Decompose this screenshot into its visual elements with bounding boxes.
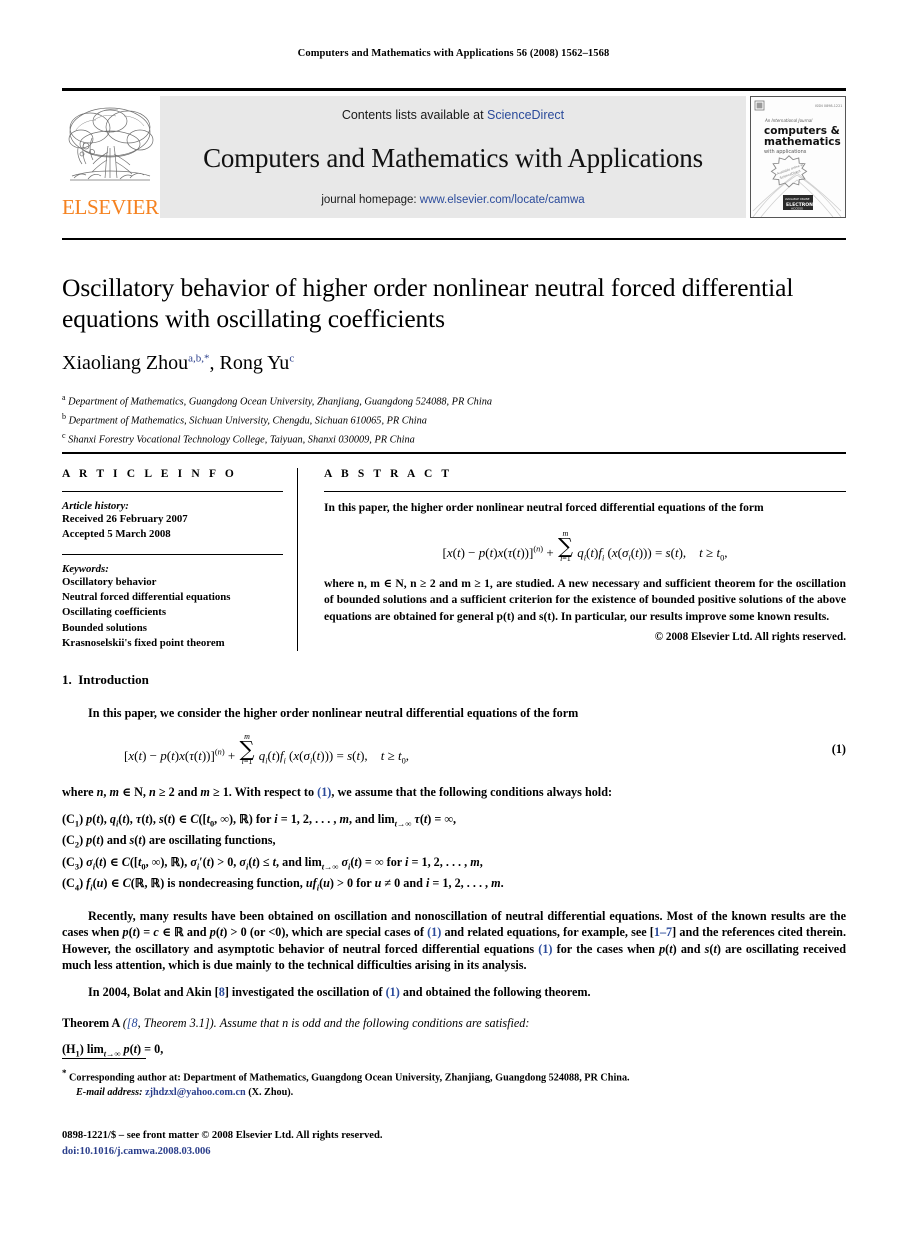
equation-number: (1)	[831, 742, 846, 757]
condition-c2: (C2) p(t) and s(t) are oscillating funct…	[62, 833, 276, 850]
paper-page: Computers and Mathematics with Applicati…	[0, 0, 907, 1238]
conditions-list: (C1) p(t), qi(t), τ(t), s(t) ∈ C([t0, ∞)…	[62, 811, 846, 897]
where-conditions-line: where n, m ∈ N, n ≥ 2 and m ≥ 1. With re…	[62, 785, 613, 800]
keyword-item: Neutral forced differential equations	[62, 591, 231, 604]
affiliation-item: a Department of Mathematics, Guangdong O…	[62, 391, 846, 410]
sciencedirect-link[interactable]: ScienceDirect	[487, 108, 564, 122]
journal-masthead: ELSEVIER Contents lists available at Sci…	[62, 88, 846, 218]
keyword-item: Oscillatory behavior	[62, 576, 157, 588]
svg-text:ACCESS: ACCESS	[791, 207, 803, 211]
abstract-body: where n, m ∈ N, n ≥ 2 and m ≥ 1, are stu…	[324, 576, 846, 623]
corresponding-author-text: Corresponding author at: Department of M…	[69, 1072, 630, 1084]
keyword-item: Oscillating coefficients	[62, 606, 167, 619]
article-info-label: A R T I C L E I N F O	[62, 468, 237, 480]
page-title: Oscillatory behavior of higher order non…	[62, 273, 794, 333]
keyword-item: Krasnoselskii's fixed point theorem	[62, 636, 225, 649]
theorem-a-heading: Theorem A ([8, Theorem 3.1]). Assume tha…	[62, 1015, 530, 1030]
section-title-text: Introduction	[78, 672, 149, 687]
equation-reference[interactable]: (1)	[386, 985, 400, 999]
body-content: 1. Introduction In this paper, we consid…	[62, 672, 846, 1063]
citation-link[interactable]: 1–7	[654, 925, 672, 939]
abstract-copyright: © 2008 Elsevier Ltd. All rights reserved…	[654, 631, 846, 643]
masthead-top-rule	[62, 88, 846, 91]
footnote-block: * Corresponding author at: Department of…	[62, 1058, 846, 1100]
elsevier-tree-icon	[64, 102, 156, 196]
affiliation-list: a Department of Mathematics, Guangdong O…	[62, 391, 846, 448]
affiliation-item: b Department of Mathematics, Sichuan Uni…	[62, 410, 846, 429]
theorem-statement: Assume that n is odd and the following c…	[219, 1015, 530, 1030]
elsevier-logo: ELSEVIER	[62, 96, 159, 219]
affiliation-marker: c	[62, 430, 66, 440]
info-abstract-block: A R T I C L E I N F O Article history: R…	[62, 452, 846, 652]
doi-link[interactable]: doi:10.1016/j.camwa.2008.03.006	[62, 1144, 846, 1160]
elsevier-wordmark: ELSEVIER	[62, 195, 159, 219]
corresponding-author-note: * Corresponding author at: Department of…	[62, 1066, 846, 1086]
abstract-divider	[324, 491, 846, 492]
affiliation-text: Shanxi Forestry Vocational Technology Co…	[68, 434, 415, 446]
affiliation-item: c Shanxi Forestry Vocational Technology …	[62, 429, 846, 448]
svg-text:ISSN 0898-1221: ISSN 0898-1221	[815, 104, 842, 108]
citation-link[interactable]: 8	[219, 985, 225, 999]
email-link[interactable]: zjhdzxl@yahoo.com.cn	[145, 1087, 246, 1098]
abstract-label: A B S T R A C T	[324, 468, 453, 480]
condition-c1: (C1) p(t), qi(t), τ(t), s(t) ∈ C([t0, ∞)…	[62, 811, 457, 829]
email-note: E-mail address: zjhdzxl@yahoo.com.cn (X.…	[62, 1086, 846, 1101]
abstract-column: A B S T R A C T In this paper, the highe…	[298, 468, 846, 651]
citation-link[interactable]: [8	[127, 1016, 138, 1030]
article-history-item: Received 26 February 2007	[62, 513, 188, 525]
title-top-rule	[62, 238, 846, 240]
journal-homepage-line: journal homepage: www.elsevier.com/locat…	[321, 194, 584, 206]
equation-reference[interactable]: (1)	[317, 785, 331, 799]
equation-reference[interactable]: (1)	[538, 942, 552, 956]
email-label: E-mail address:	[76, 1086, 143, 1098]
footnote-rule	[62, 1058, 146, 1059]
keyword-item: Bounded solutions	[62, 621, 147, 634]
svg-text:An International Journal: An International Journal	[764, 118, 813, 123]
abstract-equation: [x(t) − p(t)x(τ(t))](n) + m ∑ i=1 qi(t)fi …	[442, 528, 728, 563]
author-list: Xiaoliang Zhoua,b,*, Rong Yuc	[62, 352, 295, 374]
svg-text:mathematics: mathematics	[764, 136, 841, 148]
affiliation-marker: a	[62, 393, 66, 402]
homepage-prefix: journal homepage:	[321, 194, 420, 206]
equation-reference[interactable]: (1)	[427, 925, 441, 939]
contents-lists-line: Contents lists available at ScienceDirec…	[342, 108, 564, 122]
equation-1: [x(t) − p(t)x(τ(t))](n) + m ∑ i=1 qi(t)fi …	[124, 732, 846, 767]
journal-title: Computers and Mathematics with Applicati…	[203, 142, 703, 173]
section-number: 1.	[62, 672, 72, 687]
paragraph-bolat: In 2004, Bolat and Akin [8] investigated…	[88, 984, 591, 999]
footnote-star-marker: *	[62, 1068, 67, 1078]
info-divider	[62, 491, 283, 492]
article-info-column: A R T I C L E I N F O Article history: R…	[62, 468, 298, 652]
journal-cover-thumbnail: ISSN 0898-1221 An International Journal …	[750, 96, 846, 218]
title-block: Oscillatory behavior of higher order non…	[62, 238, 846, 448]
issn-front-matter: 0898-1221/$ – see front matter © 2008 El…	[62, 1130, 383, 1141]
email-owner: (X. Zhou).	[248, 1086, 294, 1098]
contents-lists-prefix: Contents lists available at	[341, 108, 488, 122]
journal-homepage-link[interactable]: www.elsevier.com/locate/camwa	[420, 194, 585, 206]
svg-text:with applications: with applications	[764, 149, 807, 155]
running-head: Computers and Mathematics with Applicati…	[297, 48, 610, 59]
keywords-divider	[62, 554, 283, 555]
masthead-banner: Contents lists available at ScienceDirec…	[160, 96, 746, 218]
affiliation-text: Department of Mathematics, Sichuan Unive…	[68, 415, 427, 427]
svg-text:AVAILABLE ONLINE: AVAILABLE ONLINE	[785, 197, 810, 201]
keywords-label: Keywords:	[62, 563, 109, 575]
section-heading-introduction: 1. Introduction	[62, 672, 846, 689]
article-history-item: Accepted 5 March 2008	[62, 528, 171, 540]
paragraph-recently: Recently, many results have been obtaine…	[62, 908, 846, 973]
info-top-rule	[62, 452, 846, 454]
intro-lead-paragraph: In this paper, we consider the higher or…	[88, 705, 579, 720]
theorem-label: Theorem A	[62, 1015, 120, 1030]
abstract-lead: In this paper, the higher order nonlinea…	[324, 501, 764, 514]
condition-c4: (C4) fi(u) ∈ C(ℝ, ℝ) is nondecreasing fu…	[62, 876, 504, 893]
condition-c3: (C3) σi(t) ∈ C([t0, ∞), ℝ), σi′(t) > 0, …	[62, 854, 483, 872]
colophon-block: 0898-1221/$ – see front matter © 2008 El…	[62, 1128, 846, 1159]
affiliation-text: Department of Mathematics, Guangdong Oce…	[68, 396, 492, 408]
affiliation-marker: b	[62, 411, 66, 421]
article-history-label: Article history:	[62, 500, 129, 512]
